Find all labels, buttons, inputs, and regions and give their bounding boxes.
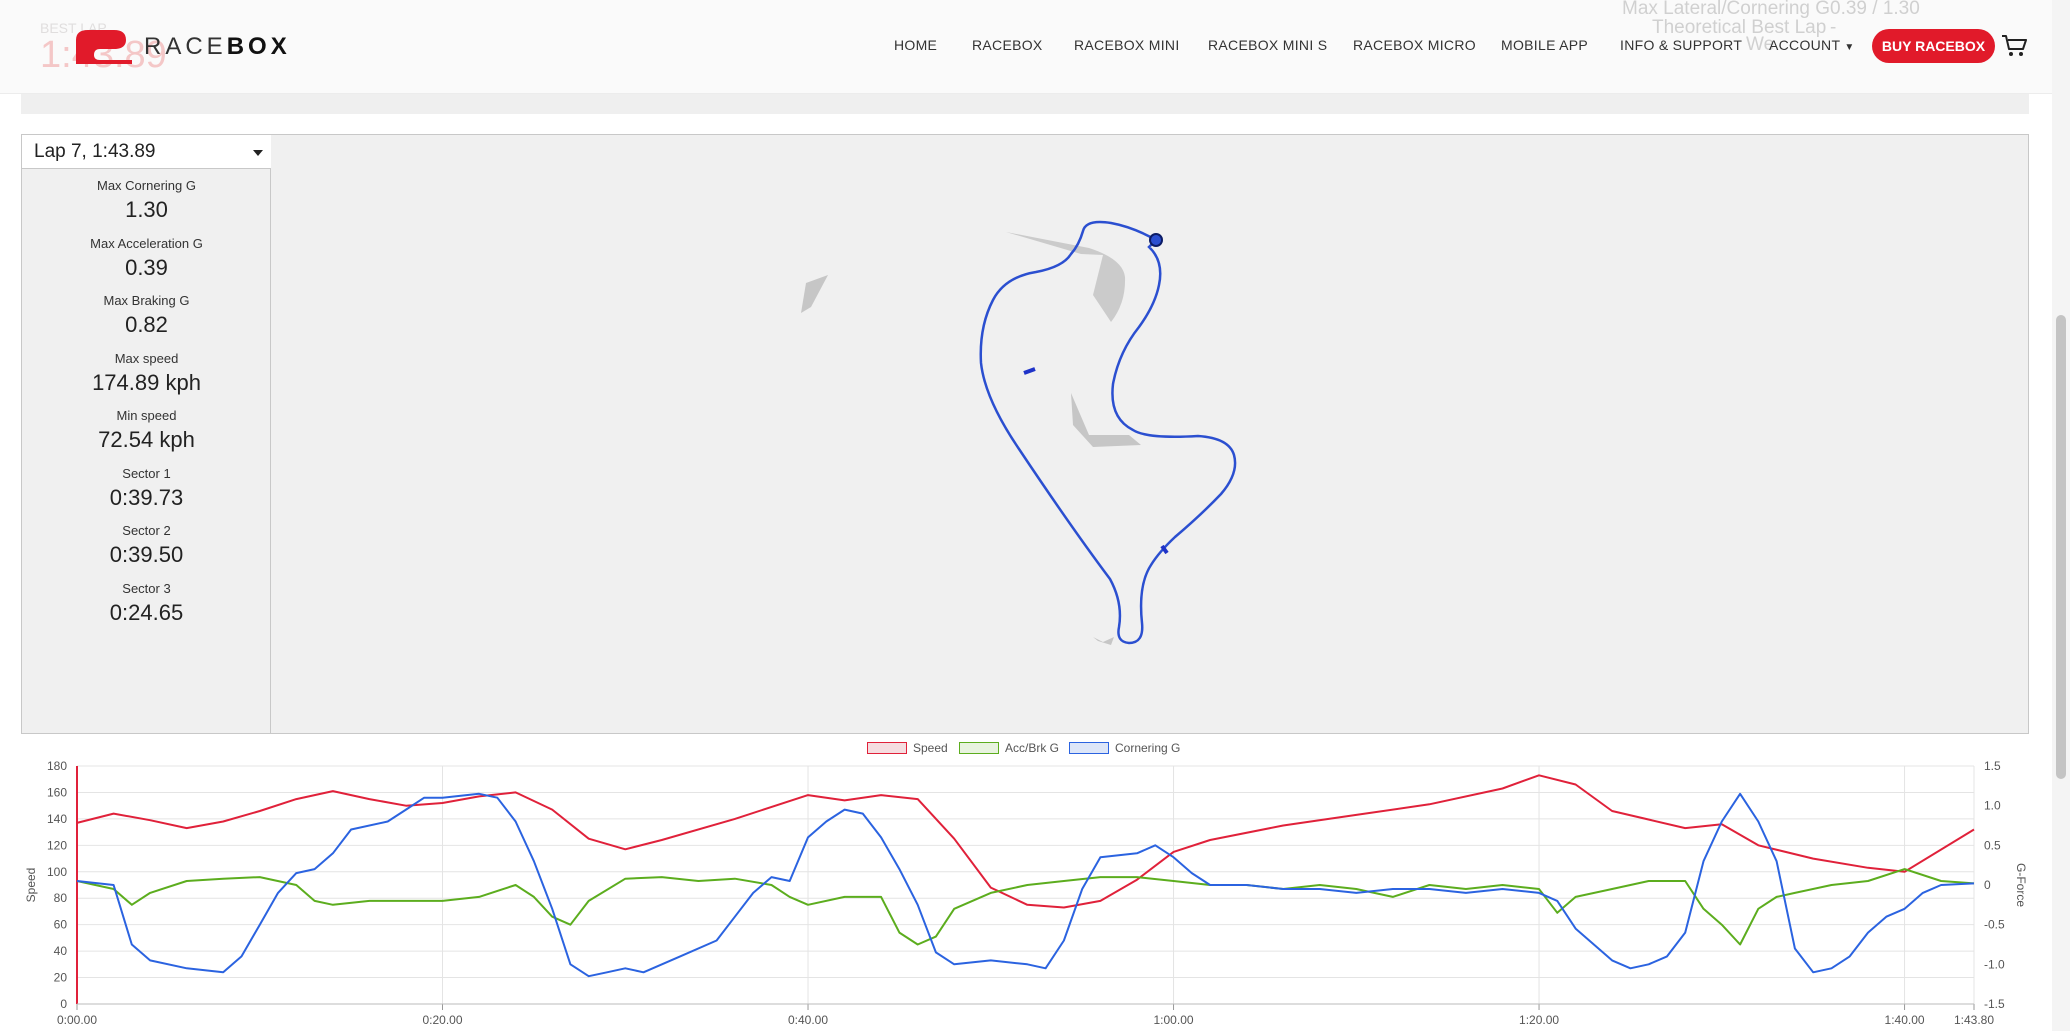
y-tick-left: 120 <box>47 838 67 852</box>
cart-icon[interactable] <box>2001 34 2027 58</box>
y-tick-right: 0 <box>1984 878 1991 892</box>
lap-select-dropdown[interactable]: Lap 7, 1:43.89 <box>22 135 271 169</box>
legend-cornering-swatch <box>1069 742 1109 754</box>
caret-down-icon <box>253 150 263 156</box>
stat-label: Min speed <box>116 408 177 423</box>
stat-label: Sector 1 <box>122 465 171 481</box>
y-tick-right: 1.0 <box>1984 799 2001 813</box>
legend-cornering-label: Cornering G <box>1115 741 1181 755</box>
stat-label: Sector 3 <box>122 580 171 596</box>
y-tick-left: 100 <box>47 865 67 879</box>
y-tick-right: -1.5 <box>1984 997 2005 1011</box>
x-tick-label: 0:40.00 <box>788 1013 828 1027</box>
nav-info-support[interactable]: INFO & SUPPORT <box>1620 37 1742 53</box>
x-tick-label: 1:00.00 <box>1154 1013 1194 1027</box>
lap-stats-panel: Lap 7, 1:43.89 Max Cornering G 1.30 Max Ac… <box>21 134 271 734</box>
stat-value: 0.39 <box>125 254 168 280</box>
brand-wordmark[interactable]: RACEBOX <box>144 33 291 61</box>
x-tick-label: 1:20.00 <box>1519 1013 1559 1027</box>
brand-name-light: RACE <box>144 33 227 60</box>
y-axis-label-right: G-Force <box>2014 863 2028 907</box>
y-tick-left: 140 <box>47 812 67 826</box>
stat-value: 174.89 kph <box>92 369 201 395</box>
stat-value: 0:39.50 <box>109 542 184 567</box>
sector-marker-1 <box>1023 367 1036 375</box>
y-tick-right: -1.0 <box>1984 957 2005 971</box>
y-tick-right: 0.5 <box>1984 838 2001 852</box>
legend-speed-swatch <box>867 742 907 754</box>
legend-acc-brk[interactable]: Acc/Brk G <box>959 741 1059 755</box>
stat-value: 0.82 <box>125 312 168 337</box>
y-tick-left: 40 <box>54 944 68 958</box>
x-tick-label: 0:00.00 <box>57 1013 97 1027</box>
start-finish-marker[interactable] <box>1149 233 1163 247</box>
nav-racebox-mini[interactable]: RACEBOX MINI <box>1074 37 1180 53</box>
nav-account-label: ACCOUNT <box>1769 37 1841 53</box>
series-line-acc-brk-g <box>76 868 1975 946</box>
nav-racebox[interactable]: RACEBOX <box>972 37 1043 53</box>
max-lateral-value: 0.39 / 1.30 <box>1830 0 1920 19</box>
legend-speed-label: Speed <box>913 741 948 755</box>
y-tick-left: 20 <box>54 971 68 985</box>
x-tick-label: 1:40.00 <box>1885 1013 1925 1027</box>
theoretical-best-value: - <box>1830 17 1837 38</box>
chevron-down-icon: ▼ <box>1844 42 1855 53</box>
track-map-panel[interactable] <box>271 134 2029 734</box>
nav-racebox-mini-s[interactable]: RACEBOX MINI S <box>1208 37 1327 53</box>
legend-cornering[interactable]: Cornering G <box>1069 741 1180 755</box>
nav-mobile-app[interactable]: MOBILE APP <box>1501 37 1588 53</box>
section-divider <box>21 94 2029 114</box>
y-tick-right: -0.5 <box>1984 918 2005 932</box>
telemetry-chart-plot[interactable]: 0 20 40 60 80 100 120 140 160 180 -1.5 -1.0 -0.5 0 0.5… <box>21 735 2029 1031</box>
theoretical-best-label: Theoretical Best Lap <box>1652 17 1827 38</box>
stat-value: 0:39.73 <box>109 484 184 510</box>
y-tick-right: 1.5 <box>1984 759 2001 773</box>
y-axis-label-left: Speed <box>24 868 38 903</box>
brand-name-bold: BOX <box>226 33 291 60</box>
nav-racebox-micro[interactable]: RACEBOX MICRO <box>1353 37 1476 53</box>
y-tick-left: 0 <box>60 997 67 1011</box>
site-header: BEST LAP 1:43.89 Max Lateral/Cornering G… <box>0 0 2070 94</box>
y-tick-left: 160 <box>47 785 67 799</box>
stat-value: 0:24.65 <box>109 599 184 625</box>
stat-value: 1.30 <box>125 197 168 222</box>
stat-label: Sector 2 <box>122 523 171 538</box>
lap-select-value: Lap 7, 1:43.89 <box>34 141 156 162</box>
scrollbar-thumb[interactable] <box>2056 315 2066 779</box>
track-shading <box>801 232 1141 645</box>
stat-value: 72.54 kph <box>98 427 195 452</box>
x-tick-label: 0:20.00 <box>422 1013 462 1027</box>
nav-home[interactable]: HOME <box>894 37 937 53</box>
y-tick-left: 80 <box>54 891 68 905</box>
nav-account[interactable]: ACCOUNT ▼ <box>1769 37 1855 53</box>
y-tick-left: 60 <box>54 918 68 932</box>
track-map[interactable] <box>271 135 2029 735</box>
legend-acc-brk-label: Acc/Brk G <box>1005 741 1060 755</box>
buy-racebox-button[interactable]: BUY RACEBOX <box>1872 29 1995 63</box>
x-tick-label: 1:43.80 <box>1954 1013 1994 1027</box>
stat-label: Max Braking G <box>103 293 190 308</box>
stat-label: Max Cornering G <box>97 178 196 193</box>
y-tick-left: 180 <box>47 759 67 773</box>
telemetry-chart[interactable]: Speed Acc/Brk G Cornering G 0 20 40 60 80 100… <box>21 735 2029 1031</box>
stat-label: Max Acceleration G <box>90 235 203 251</box>
racebox-logo-icon[interactable] <box>70 26 140 66</box>
legend-speed[interactable]: Speed <box>867 741 948 755</box>
stat-label: Max speed <box>114 350 179 366</box>
legend-acc-brk-swatch <box>959 742 999 754</box>
